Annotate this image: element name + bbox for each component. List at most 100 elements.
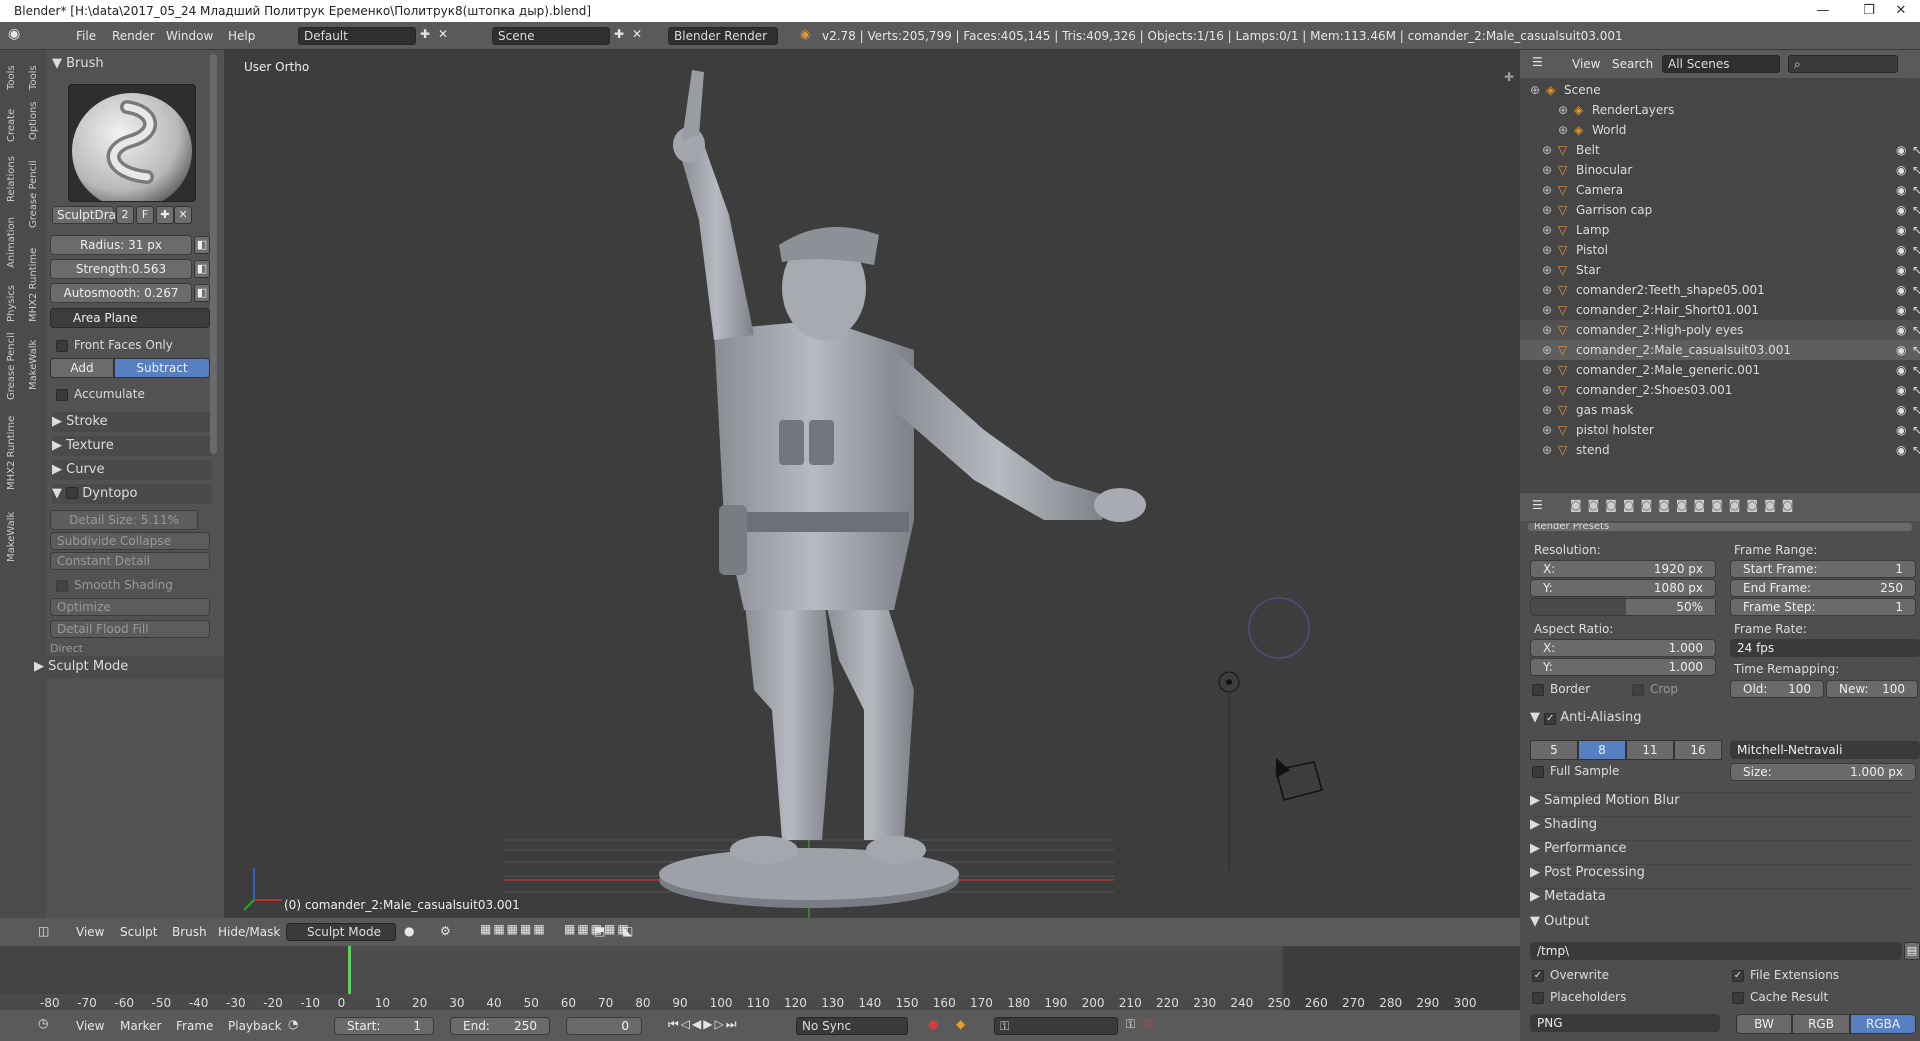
visibility-eye-icon[interactable]: ◉: [1896, 240, 1906, 260]
brush-users[interactable]: 2: [116, 206, 134, 224]
stroke-panel-header[interactable]: ▶ Stroke: [52, 412, 212, 432]
expand-icon[interactable]: ⊕: [1542, 180, 1552, 200]
properties-panel-header[interactable]: ▶ Metadata: [1530, 888, 1914, 904]
selectable-cursor-icon[interactable]: ↖: [1912, 140, 1920, 160]
output-path-input[interactable]: /tmp\: [1530, 942, 1902, 960]
aa-filter-select[interactable]: Mitchell-Netravali: [1730, 741, 1920, 759]
aa-size-field[interactable]: Size: 1.000 px: [1730, 763, 1916, 781]
expand-icon[interactable]: ⊕: [1542, 300, 1552, 320]
outliner-view-menu[interactable]: View: [1572, 57, 1600, 71]
properties-panel-header[interactable]: ▶ Performance: [1530, 840, 1914, 856]
selectable-cursor-icon[interactable]: ↖: [1912, 420, 1920, 440]
subdivide-select[interactable]: Subdivide Collapse: [50, 532, 210, 550]
visibility-eye-icon[interactable]: ◉: [1896, 220, 1906, 240]
autosmooth-field[interactable]: Autosmooth: 0.267: [50, 283, 192, 303]
resolution-y-field[interactable]: Y: 1080 px: [1530, 579, 1716, 597]
record-icon[interactable]: ●: [928, 1017, 938, 1031]
delete-keyframe-icon[interactable]: ⚿: [1144, 1017, 1153, 1032]
start-frame-field[interactable]: Start Frame: 1: [1730, 560, 1916, 578]
close-button[interactable]: ✕: [1878, 0, 1920, 22]
expand-icon[interactable]: ⊕: [1542, 240, 1552, 260]
expand-icon[interactable]: ⊕: [1542, 320, 1552, 340]
anti-aliasing-panel-header[interactable]: ▼ ✓ Anti-Aliasing: [1530, 710, 1642, 725]
current-frame-field[interactable]: 0: [566, 1017, 642, 1035]
overwrite-checkbox[interactable]: ✓: [1532, 970, 1544, 982]
aa-samples-button[interactable]: 11: [1626, 740, 1674, 760]
expand-icon[interactable]: ⊕: [1542, 200, 1552, 220]
visibility-eye-icon[interactable]: ◉: [1896, 360, 1906, 380]
selectable-cursor-icon[interactable]: ↖: [1912, 300, 1920, 320]
optimize-button[interactable]: Optimize: [50, 598, 210, 616]
output-folder-icon[interactable]: ▤: [1904, 942, 1920, 960]
visibility-eye-icon[interactable]: ◉: [1896, 140, 1906, 160]
timeline-view-menu[interactable]: View: [76, 1019, 104, 1033]
brush-panel-header[interactable]: ▼ Brush: [52, 54, 212, 74]
expand-icon[interactable]: ⊕: [1558, 100, 1568, 120]
outliner-item[interactable]: ⊕ ▽ pistol holster ◉ ↖: [1520, 420, 1920, 440]
pivot-icon[interactable]: ⚙: [440, 924, 451, 938]
layout-select[interactable]: Default: [298, 27, 416, 45]
preview-range-icon[interactable]: ◔: [288, 1017, 298, 1031]
visibility-eye-icon[interactable]: ◉: [1896, 440, 1906, 460]
visibility-eye-icon[interactable]: ◉: [1896, 300, 1906, 320]
outliner-item[interactable]: ⊕ ▽ comander_2:Hair_Short01.001 ◉ ↖: [1520, 300, 1920, 320]
visibility-eye-icon[interactable]: ◉: [1896, 260, 1906, 280]
scene-select[interactable]: Scene: [492, 27, 610, 45]
add-button[interactable]: Add: [50, 358, 114, 378]
aspect-x-field[interactable]: X: 1.000: [1530, 639, 1716, 657]
viewport-corner-icon[interactable]: ✚: [1504, 70, 1514, 84]
blender-logo-icon[interactable]: ◉: [8, 26, 20, 42]
accumulate-checkbox[interactable]: [56, 389, 68, 401]
expand-icon[interactable]: ⊕: [1542, 140, 1552, 160]
minimize-button[interactable]: —: [1800, 0, 1846, 22]
selectable-cursor-icon[interactable]: ↖: [1912, 200, 1920, 220]
expand-icon[interactable]: ⊕: [1542, 220, 1552, 240]
expand-icon[interactable]: ⊕: [1542, 440, 1552, 460]
outliner-item[interactable]: ⊕ ▽ comander_2:Male_generic.001 ◉ ↖: [1520, 360, 1920, 380]
keying-set-select[interactable]: ⚿: [994, 1017, 1118, 1035]
outliner-item[interactable]: ⊕ ▽ Lamp ◉ ↖: [1520, 220, 1920, 240]
outliner-filter-select[interactable]: All Scenes: [1662, 55, 1780, 73]
expand-icon[interactable]: ⊕: [1542, 420, 1552, 440]
selectable-cursor-icon[interactable]: ↖: [1912, 260, 1920, 280]
timeline-start-field[interactable]: Start: 1: [334, 1017, 434, 1035]
end-frame-field[interactable]: End Frame: 250: [1730, 579, 1916, 597]
outliner-search-menu[interactable]: Search: [1612, 57, 1653, 71]
outliner-item[interactable]: ⊕ ▽ Star ◉ ↖: [1520, 260, 1920, 280]
visibility-eye-icon[interactable]: ◉: [1896, 160, 1906, 180]
smooth-shading-checkbox[interactable]: [56, 580, 68, 592]
brush-remove-icon[interactable]: ✕: [174, 206, 192, 224]
visibility-eye-icon[interactable]: ◉: [1896, 340, 1906, 360]
color-rgb-button[interactable]: RGB: [1792, 1014, 1850, 1034]
selectable-cursor-icon[interactable]: ↖: [1912, 280, 1920, 300]
menu-help[interactable]: Help: [228, 29, 255, 43]
cache-result-checkbox[interactable]: [1732, 992, 1744, 1004]
sculpt-mode-panel[interactable]: ▶ Sculpt Mode: [0, 656, 224, 678]
outliner-item[interactable]: ⊕ ▽ Camera ◉ ↖: [1520, 180, 1920, 200]
outliner-item[interactable]: ⊕ ▽ Binocular ◉ ↖: [1520, 160, 1920, 180]
render-preview-icon[interactable]: ⬒: [594, 924, 605, 938]
border-checkbox[interactable]: [1532, 684, 1544, 696]
curve-panel-header[interactable]: ▶ Curve: [52, 460, 212, 480]
selectable-cursor-icon[interactable]: ↖: [1912, 340, 1920, 360]
texture-panel-header[interactable]: ▶ Texture: [52, 436, 212, 456]
anti-aliasing-checkbox[interactable]: ✓: [1544, 713, 1557, 725]
placeholders-checkbox[interactable]: [1532, 992, 1544, 1004]
keying-icon[interactable]: ◆: [956, 1017, 965, 1031]
expand-icon[interactable]: ⊕: [1542, 360, 1552, 380]
timeline[interactable]: -80 -70 -60 -50 -40 -30 -20 -10 0 10 20 30 40 50 60 70 8…: [0, 946, 1520, 1010]
crop-checkbox[interactable]: [1632, 684, 1644, 696]
frame-step-field[interactable]: Frame Step: 1: [1730, 598, 1916, 616]
3d-viewport[interactable]: User Ortho (0) comander_2:Male_casualsui…: [224, 50, 1520, 918]
remove-layout-icon[interactable]: ✕: [438, 27, 448, 41]
strength-pressure-icon[interactable]: ◧: [194, 260, 210, 278]
selectable-cursor-icon[interactable]: ↖: [1912, 240, 1920, 260]
current-frame-marker[interactable]: [348, 946, 351, 994]
full-sample-checkbox[interactable]: [1532, 766, 1544, 778]
menu-file[interactable]: File: [76, 29, 96, 43]
3d-brush-menu[interactable]: Brush: [172, 925, 207, 939]
brush-name-field[interactable]: SculptDra: [52, 206, 116, 224]
dyntopo-panel-header[interactable]: ▼ Dyntopo: [52, 484, 212, 504]
add-scene-icon[interactable]: ✚: [614, 27, 624, 41]
aa-samples-button[interactable]: 16: [1674, 740, 1722, 760]
